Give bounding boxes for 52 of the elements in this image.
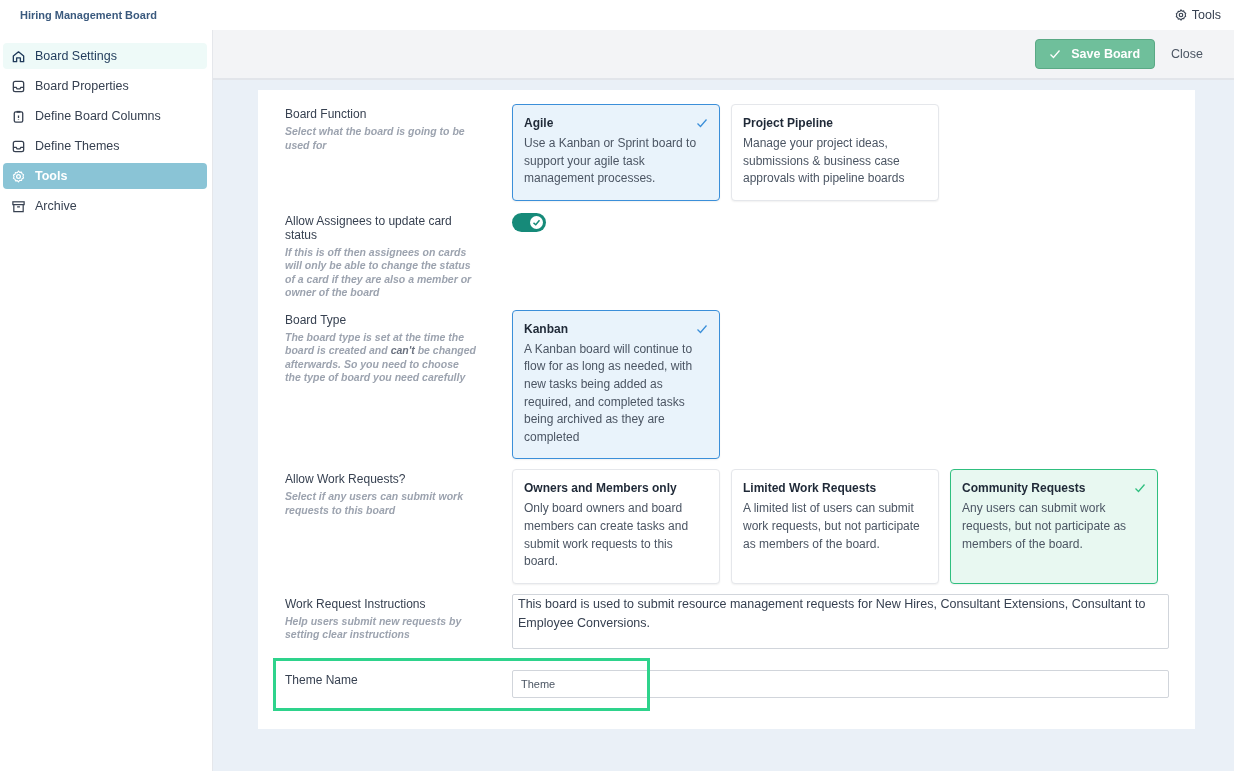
- option-title: Agile: [524, 116, 554, 130]
- option-card[interactable]: Community Requests Any users can submit work requests, but not participate as members of the board.: [950, 469, 1158, 584]
- app-title: Hiring Management Board: [20, 9, 157, 21]
- option-card[interactable]: Owners and Members only Only board owners and board members can create tasks and submit work requests to this board.: [512, 469, 720, 584]
- option-title: Community Requests: [962, 481, 1086, 496]
- archive-icon: [11, 198, 26, 214]
- theme-name-field[interactable]: Theme: [512, 669, 1169, 698]
- option-card[interactable]: Agile Use a Kanban or Sprint board to support your agile task management processes.: [512, 104, 720, 201]
- instructions-field[interactable]: This board is used to submit resource management requests for New Hires, Consultant Extensions, Consultant to Employee Conversions.: [512, 593, 1169, 649]
- sidebar-item[interactable]: Define Themes: [3, 133, 207, 159]
- settings-icon: [11, 168, 26, 184]
- check-icon: [1049, 48, 1062, 60]
- setting-hint: If this is off then assignees on cards will only be able to change the status of a card if they are also a member or owner of the board: [285, 245, 473, 300]
- toggle-switch[interactable]: [512, 212, 546, 232]
- check-icon: [696, 117, 708, 129]
- tools-button[interactable]: Tools: [1173, 8, 1221, 22]
- option-title: Project Pipeline: [743, 116, 834, 130]
- close-button[interactable]: Close: [1171, 47, 1203, 61]
- option-description: A limited list of users can submit work requests, but not participate as members of the board.: [743, 500, 921, 553]
- option-card[interactable]: Project Pipeline Manage your project ideas, submissions & business case approvals with pipeline boards: [731, 104, 939, 201]
- option-description: Manage your project ideas, submissions & business case approvals with pipeline boards: [743, 135, 906, 188]
- setting-label: Allow Assignees to update card status: [285, 213, 453, 242]
- option-description: A Kanban board will continue to flow for as long as needed, with new tasks being added as required, and completed tasks being archived as they are completed: [524, 340, 694, 446]
- option-description: Use a Kanban or Sprint board to support your agile task management processes.: [524, 135, 698, 188]
- check-icon: [696, 322, 708, 335]
- setting-hint: The board type is set at the time the board is created and can't be changed afterwards. So you need to choose the type of board you need carefully: [285, 330, 477, 385]
- home-icon: [11, 48, 26, 64]
- setting-label: Work Request Instructions: [285, 596, 427, 611]
- sidebar-item[interactable]: Board Settings: [3, 43, 207, 69]
- option-description: Any users can submit work requests, but not participate as members of the board.: [962, 500, 1128, 553]
- inbox-icon: [11, 138, 26, 154]
- setting-hint: Select if any users can submit work requests to this board: [285, 490, 464, 518]
- setting-label: Theme Name: [285, 672, 359, 687]
- setting-label: Board Type: [285, 312, 348, 327]
- setting-label: Allow Work Requests?: [285, 472, 407, 487]
- sidebar-item[interactable]: Board Properties: [3, 73, 207, 99]
- option-card[interactable]: Kanban A Kanban board will continue to flow for as long as needed, with new tasks being added as required, and completed tasks being archived as they are completed: [512, 309, 720, 460]
- settings-icon: [1173, 8, 1188, 22]
- inbox-icon: [11, 78, 26, 94]
- option-title: Limited Work Requests: [743, 481, 877, 496]
- option-description: Only board owners and board members can create tasks and submit work requests to this board.: [524, 500, 690, 571]
- option-title: Owners and Members only: [524, 481, 677, 496]
- option-card[interactable]: Limited Work Requests A limited list of users can submit work requests, but not participate as members of the board.: [731, 469, 939, 584]
- setting-hint: Select what the board is going to be used for: [285, 125, 466, 152]
- setting-label: Board Function: [285, 107, 368, 121]
- check-icon: [1134, 482, 1146, 495]
- clipboard-icon: [11, 108, 26, 124]
- check-icon: [532, 217, 541, 227]
- sidebar-item[interactable]: Archive: [3, 193, 207, 219]
- option-title: Kanban: [524, 321, 568, 336]
- setting-hint: Help users submit new requests by setting clear instructions: [285, 614, 463, 642]
- sidebar-item[interactable]: Define Board Columns: [3, 103, 207, 129]
